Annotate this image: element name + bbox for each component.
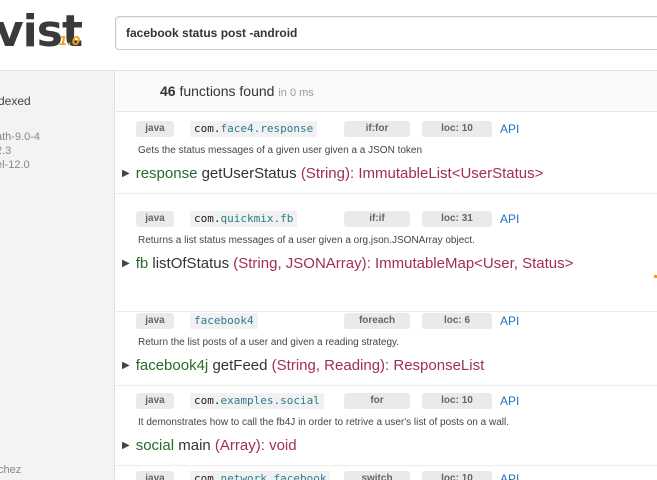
api-link[interactable]: API	[500, 471, 519, 480]
api-link[interactable]: API	[500, 121, 519, 137]
construct-tag: for	[344, 393, 410, 409]
result-tags: java com.face4.response if:for loc: 10 A…	[116, 121, 657, 139]
loc-tag: loc: 10	[422, 393, 492, 409]
author-credit: chez	[0, 464, 22, 476]
language-tag: java	[136, 393, 174, 409]
logo-version: 1.0	[59, 34, 81, 48]
results-summary: 46 functions found in 0 ms	[116, 71, 657, 112]
method-name: main	[178, 437, 211, 454]
result-item: java com.quickmix.fb if:if loc: 31 API R…	[116, 211, 657, 312]
method-params: (String, Reading): ResponseList	[271, 357, 485, 374]
language-tag: java	[136, 121, 174, 137]
loc-tag: loc: 6	[422, 313, 492, 329]
result-item: java facebook4 foreach loc: 6 API Return…	[116, 313, 657, 386]
method-name: getFeed	[212, 357, 268, 374]
method-name: listOfStatus	[152, 255, 230, 272]
method-params: (String, JSONArray): ImmutableMap<User, …	[233, 255, 574, 272]
results-count-label: functions found	[179, 83, 275, 99]
language-tag: java	[136, 313, 174, 329]
method-name: getUserStatus	[201, 165, 297, 182]
result-item: java com.examples.social for loc: 10 API…	[116, 393, 657, 466]
logo-text: vist	[0, 6, 83, 57]
indexed-label: dexed	[0, 94, 31, 108]
function-signature[interactable]: ▶ social main (Array): void	[122, 437, 297, 454]
search-box[interactable]	[115, 16, 657, 50]
search-input[interactable]	[116, 17, 656, 49]
method-params: (Array): void	[214, 437, 297, 454]
expand-triangle-icon[interactable]: ▶	[122, 258, 130, 269]
indexed-library-list: ath-9.0-4 2.3 el-12.0	[0, 130, 40, 172]
package-name[interactable]: com.quickmix.fb	[190, 211, 298, 227]
package-name[interactable]: com.examples.social	[190, 393, 324, 409]
language-tag: java	[136, 211, 174, 227]
api-link[interactable]: API	[500, 211, 519, 227]
result-item: java com.face4.response if:for loc: 10 A…	[116, 121, 657, 194]
library-item[interactable]: el-12.0	[0, 158, 40, 172]
result-description: Returns a list status messages of a user…	[138, 235, 475, 246]
package-class: network.facebook	[220, 472, 327, 480]
construct-tag: if:for	[344, 121, 410, 137]
results-panel: 46 functions found in 0 ms java com.face…	[116, 71, 657, 480]
expand-triangle-icon[interactable]: ▶	[122, 168, 130, 179]
result-description: Return the list posts of a user and give…	[138, 337, 400, 348]
class-name: response	[135, 165, 198, 182]
result-item: java com.network.facebook switch loc: 10…	[116, 471, 657, 480]
package-class: face4.response	[220, 122, 314, 135]
result-tags: java com.quickmix.fb if:if loc: 31 API	[116, 211, 657, 229]
class-name: fb	[135, 255, 149, 272]
sidebar: dexed ath-9.0-4 2.3 el-12.0 chez	[0, 71, 115, 480]
package-prefix: com.	[194, 472, 221, 480]
result-tags: java facebook4 foreach loc: 6 API	[116, 313, 657, 331]
package-class: facebook4	[194, 314, 254, 327]
expand-triangle-icon[interactable]: ▶	[122, 360, 130, 371]
library-item[interactable]: ath-9.0-4	[0, 130, 40, 144]
function-signature[interactable]: ▶ facebook4j getFeed (String, Reading): R…	[122, 357, 484, 374]
result-tags: java com.examples.social for loc: 10 API	[116, 393, 657, 411]
results-time: in 0 ms	[278, 87, 314, 99]
loc-tag: loc: 31	[422, 211, 492, 227]
api-link[interactable]: API	[500, 393, 519, 409]
class-name: facebook4j	[135, 357, 209, 374]
package-class: quickmix.fb	[220, 212, 294, 225]
package-name[interactable]: com.network.facebook	[190, 471, 331, 480]
loc-tag: loc: 10	[422, 121, 492, 137]
construct-tag: switch	[344, 471, 410, 480]
construct-tag: if:if	[344, 211, 410, 227]
language-tag: java	[136, 471, 174, 480]
package-prefix: com.	[194, 122, 221, 135]
results-count: 46 functions found in 0 ms	[160, 83, 314, 99]
function-signature[interactable]: ▶ response getUserStatus (String): Immuta…	[122, 165, 543, 182]
loc-tag: loc: 10	[422, 471, 492, 480]
method-params: (String): ImmutableList<UserStatus>	[300, 165, 544, 182]
function-signature[interactable]: ▶ fb listOfStatus (String, JSONArray): Im…	[122, 255, 573, 272]
result-tags: java com.network.facebook switch loc: 10…	[116, 471, 657, 480]
results-count-number: 46	[160, 83, 176, 99]
package-class: examples.social	[220, 394, 320, 407]
package-name[interactable]: com.face4.response	[190, 121, 318, 137]
package-prefix: com.	[194, 212, 221, 225]
library-item[interactable]: 2.3	[0, 144, 40, 158]
result-description: It demonstrates how to call the fb4J in …	[138, 417, 509, 428]
class-name: social	[135, 437, 175, 454]
expand-triangle-icon[interactable]: ▶	[122, 440, 130, 451]
result-description: Gets the status messages of a given user…	[138, 145, 423, 156]
top-header: vist 1.0	[0, 0, 657, 71]
package-prefix: com.	[194, 394, 221, 407]
api-link[interactable]: API	[500, 313, 519, 329]
package-name[interactable]: facebook4	[190, 313, 258, 329]
construct-tag: foreach	[344, 313, 410, 329]
